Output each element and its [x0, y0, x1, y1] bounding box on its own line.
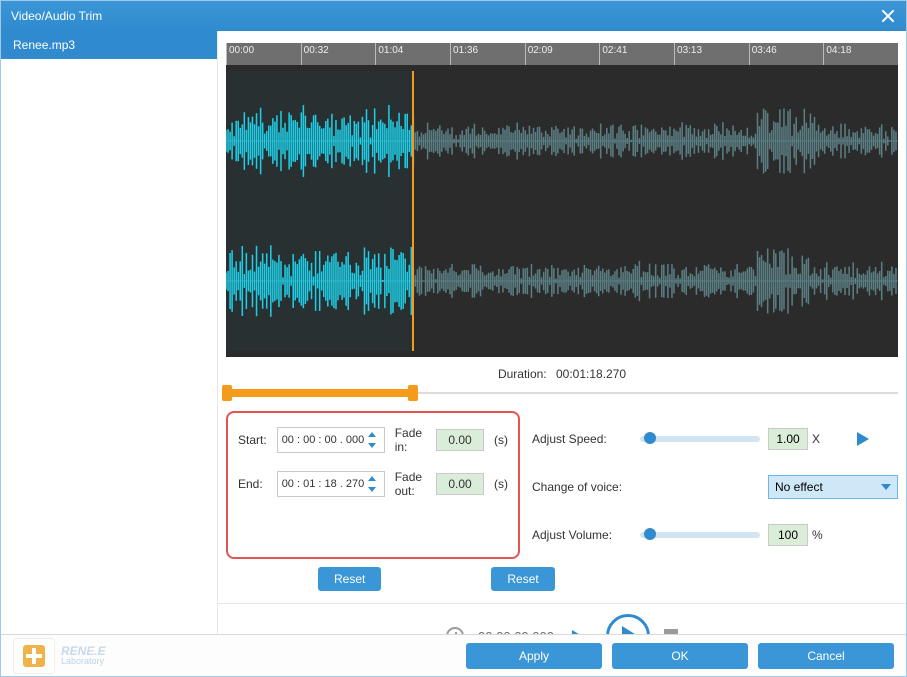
- start-time-input[interactable]: 00 : 00 : 00 . 000: [277, 427, 385, 453]
- seconds-unit: (s): [494, 433, 508, 447]
- cancel-button[interactable]: Cancel: [758, 643, 894, 669]
- titlebar: Video/Audio Trim: [1, 1, 906, 31]
- duration-value: 00:01:18.270: [556, 367, 626, 381]
- trim-handle-start[interactable]: [222, 385, 232, 401]
- brand-text: RENE.E Laboratory: [61, 645, 106, 666]
- spinner-icon[interactable]: [366, 474, 380, 494]
- sidebar-item-label: Renee.mp3: [13, 38, 75, 52]
- volume-value[interactable]: 100: [768, 524, 808, 546]
- duration-label: Duration:: [498, 367, 547, 381]
- body: Renee.mp3 00:00 00:32 01:04 01:36 02:09 …: [1, 31, 906, 635]
- waveform-area[interactable]: [226, 65, 898, 357]
- trim-settings-box: Start: 00 : 00 : 00 . 000 End: 00 : 01 :…: [226, 411, 520, 559]
- speed-label: Adjust Speed:: [532, 432, 632, 446]
- fadeout-input[interactable]: [436, 473, 484, 495]
- preview-speed-icon[interactable]: [857, 432, 869, 446]
- sidebar-item-file[interactable]: Renee.mp3: [1, 31, 217, 59]
- ok-button[interactable]: OK: [612, 643, 748, 669]
- start-label: Start:: [238, 433, 267, 447]
- chevron-down-icon: [881, 484, 891, 490]
- duration-display: Duration: 00:01:18.270: [218, 357, 906, 381]
- voice-dropdown[interactable]: No effect: [768, 475, 898, 499]
- end-time-input[interactable]: 00 : 01 : 18 . 270: [277, 471, 385, 497]
- fadein-label: Fade in:: [395, 426, 426, 454]
- reset-fade-button[interactable]: Reset: [491, 567, 554, 591]
- speed-slider[interactable]: [640, 436, 760, 442]
- speed-value[interactable]: 1.00: [768, 428, 808, 450]
- controls-row: Start: 00 : 00 : 00 . 000 End: 00 : 01 :…: [218, 411, 906, 559]
- reset-trim-button[interactable]: Reset: [318, 567, 381, 591]
- spinner-icon[interactable]: [366, 430, 380, 450]
- fadeout-label: Fade out:: [395, 470, 426, 498]
- timeline-ruler[interactable]: 00:00 00:32 01:04 01:36 02:09 02:41 03:1…: [226, 43, 898, 65]
- ruler-ticks: 00:00 00:32 01:04 01:36 02:09 02:41 03:1…: [226, 43, 898, 65]
- brand-logo-icon: [13, 638, 55, 674]
- window-title: Video/Audio Trim: [11, 9, 880, 23]
- volume-slider[interactable]: [640, 532, 760, 538]
- trim-handle-end[interactable]: [408, 385, 418, 401]
- volume-label: Adjust Volume:: [532, 528, 632, 542]
- window: Video/Audio Trim Renee.mp3 00:00 00:32 0…: [0, 0, 907, 677]
- adjust-grid: Adjust Speed: 1.00 X Change of voice: No…: [532, 411, 898, 559]
- trim-range: [226, 389, 414, 397]
- sidebar: Renee.mp3: [1, 31, 218, 635]
- main-panel: 00:00 00:32 01:04 01:36 02:09 02:41 03:1…: [218, 31, 906, 635]
- end-label: End:: [238, 477, 267, 491]
- reset-row: Reset Reset: [218, 559, 906, 597]
- waveform-channel-right: [226, 215, 898, 347]
- close-icon[interactable]: [880, 8, 896, 24]
- apply-button[interactable]: Apply: [466, 643, 602, 669]
- trim-range-bar[interactable]: [226, 385, 898, 401]
- voice-label: Change of voice:: [532, 480, 632, 494]
- footer: RENE.E Laboratory Apply OK Cancel: [1, 634, 906, 676]
- fadein-input[interactable]: [436, 429, 484, 451]
- waveform-channel-left: [226, 75, 898, 207]
- seconds-unit: (s): [494, 477, 508, 491]
